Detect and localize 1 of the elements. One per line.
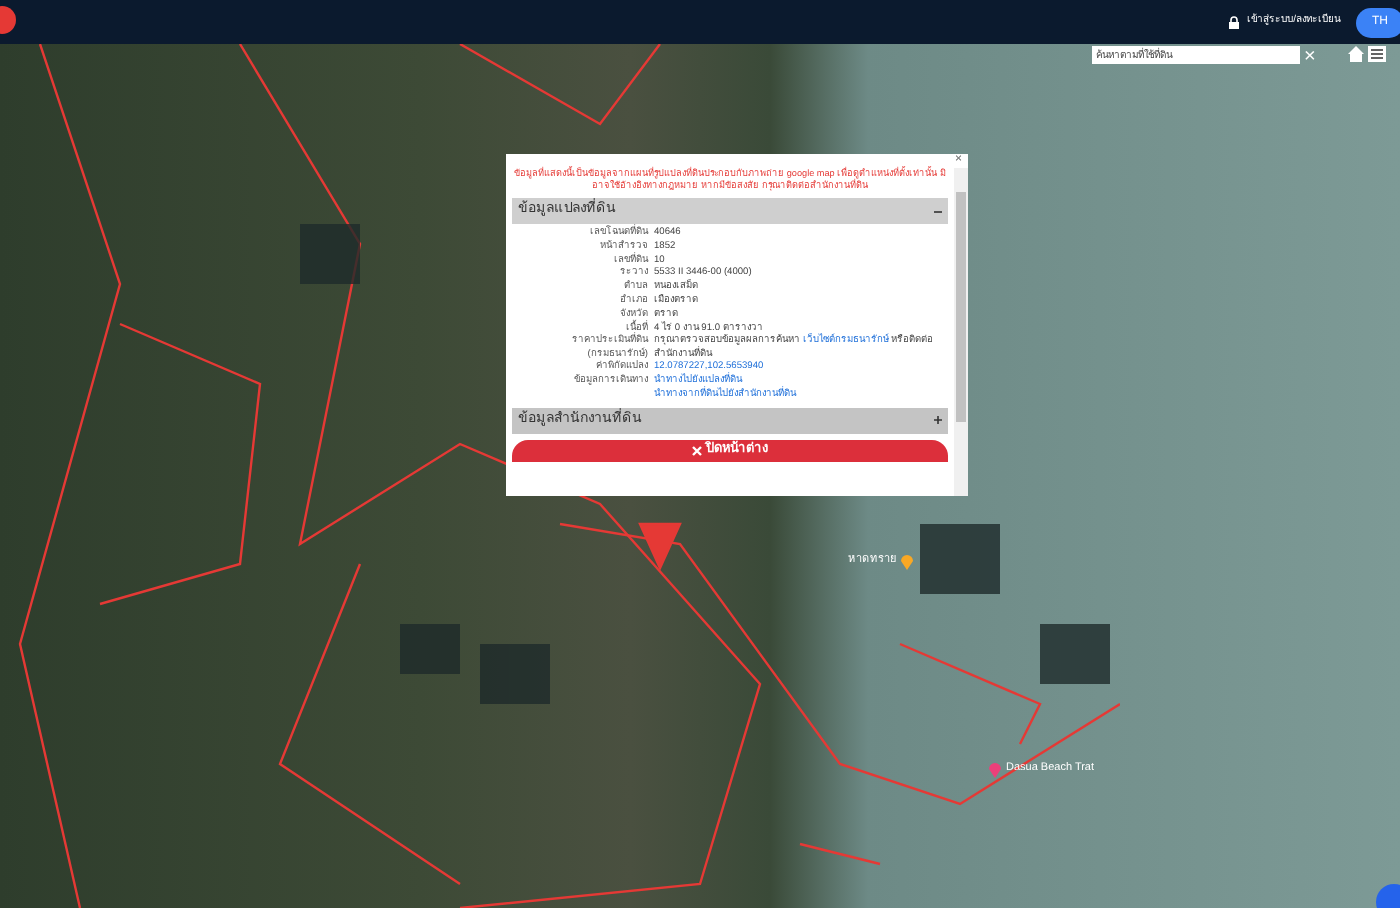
clear-button[interactable]: ×	[1304, 48, 1316, 68]
